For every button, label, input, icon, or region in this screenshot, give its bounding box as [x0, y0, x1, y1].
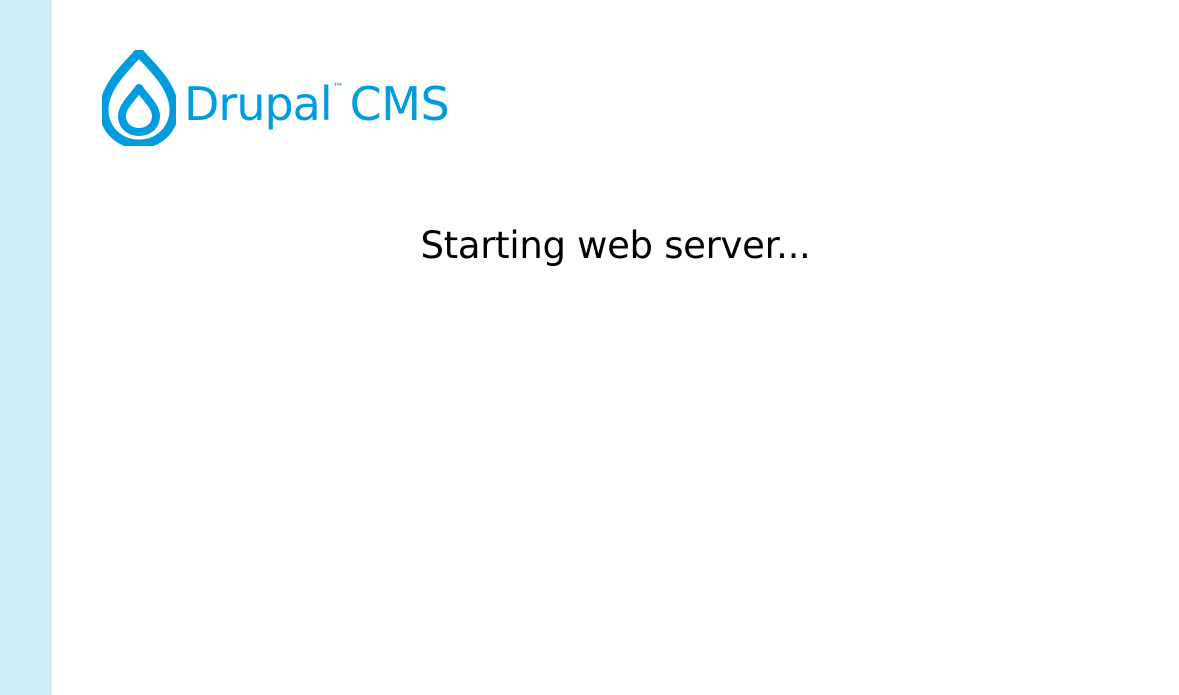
logo-wordmark: Drupal ™ CMS	[184, 77, 450, 131]
side-strip	[0, 0, 52, 695]
main-panel: Drupal ™ CMS Starting web server...	[52, 0, 1179, 695]
logo-name: Drupal	[184, 77, 333, 131]
drop-inner-shape	[118, 84, 160, 136]
status-message: Starting web server...	[420, 224, 811, 267]
logo-product: CMS	[349, 77, 450, 131]
drupal-cms-logo: Drupal ™ CMS	[102, 50, 450, 146]
logo-trademark: ™	[332, 81, 344, 94]
drupal-drop-icon	[102, 50, 176, 146]
